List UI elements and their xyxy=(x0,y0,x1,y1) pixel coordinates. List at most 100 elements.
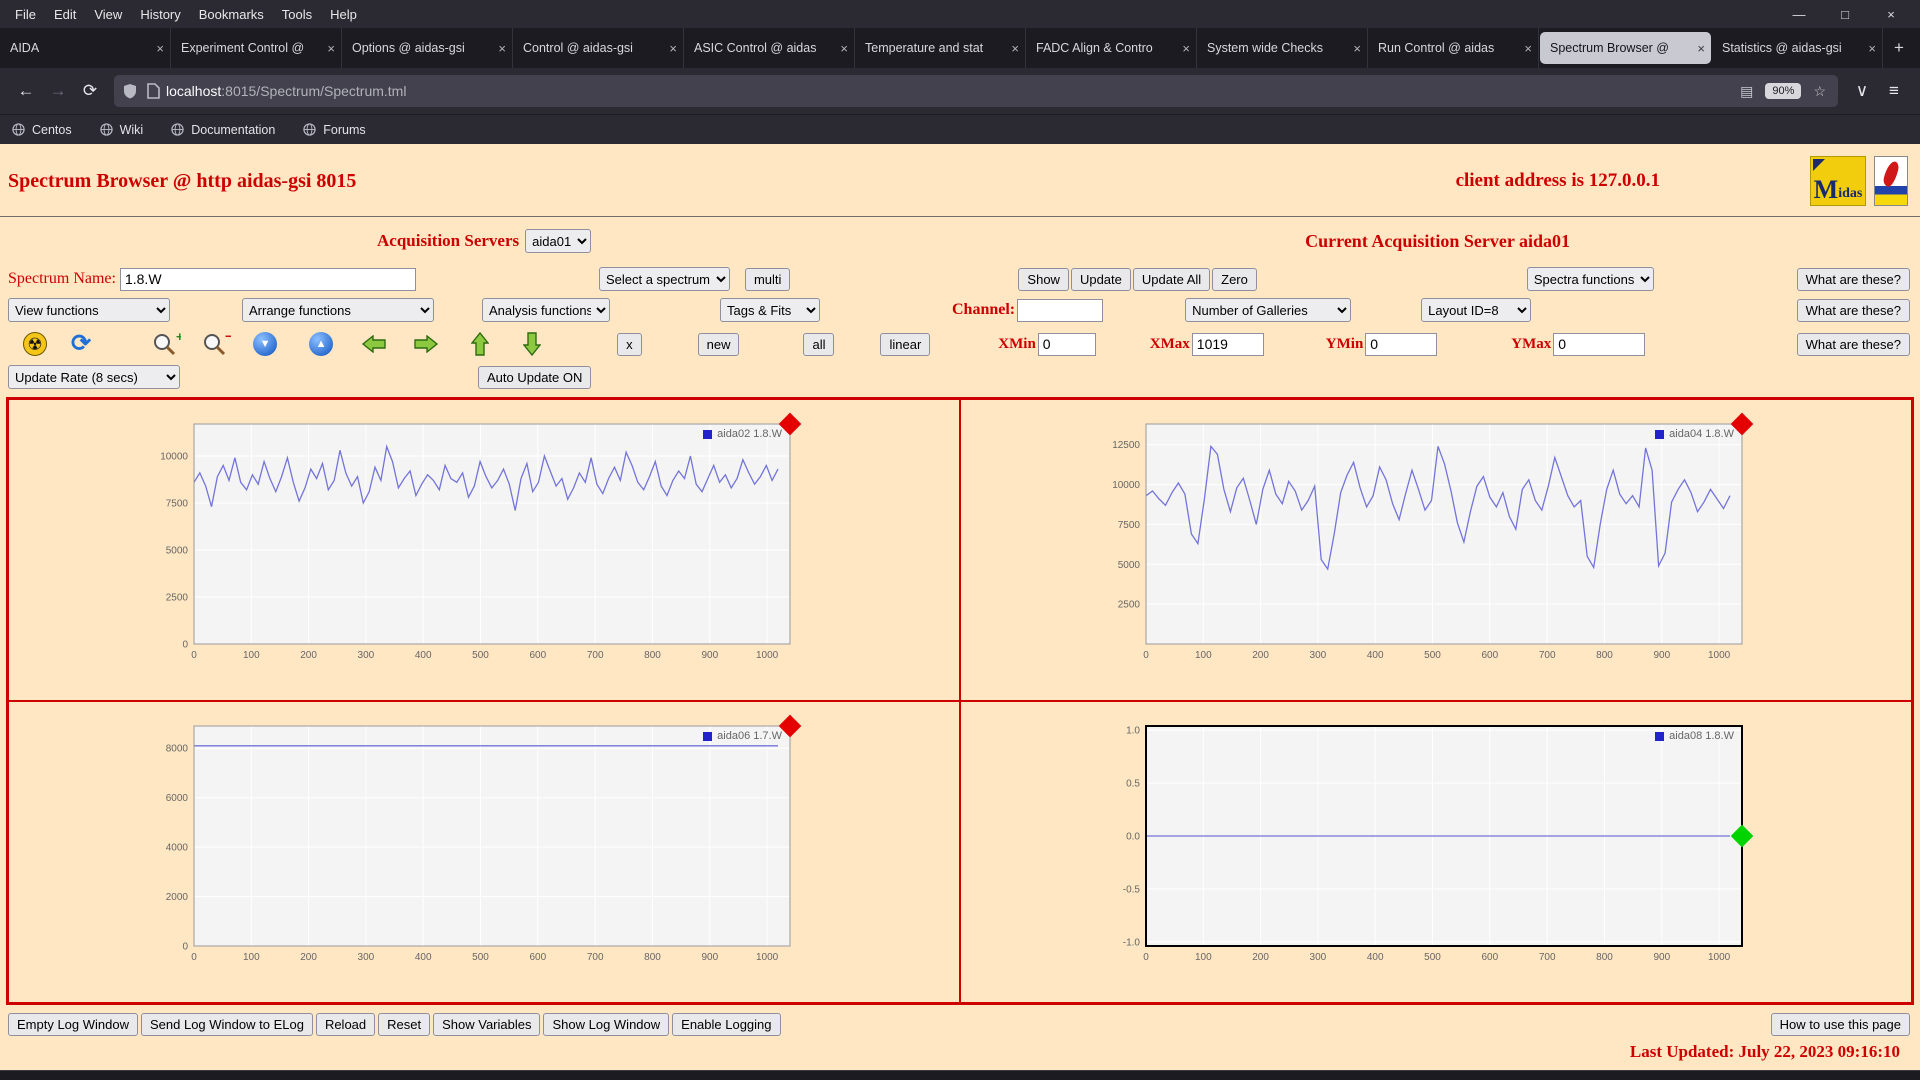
spectrum-name-input[interactable] xyxy=(119,267,416,291)
menu-history[interactable]: History xyxy=(131,4,189,25)
ymax-input[interactable] xyxy=(1553,332,1646,356)
maximize-icon[interactable]: □ xyxy=(1822,0,1868,28)
ymin-input[interactable] xyxy=(1365,332,1438,356)
save-to-pocket-icon[interactable]: ∨ xyxy=(1846,76,1878,106)
bookmark-star-icon[interactable]: ☆ xyxy=(1813,83,1826,100)
chart-cell[interactable]: 0 100 200 300 400 500 600 700 800 900 1000 2500 5000… xyxy=(960,399,1912,701)
tab-fadc-align-contro[interactable]: FADC Align & Contro × xyxy=(1026,28,1197,68)
tags-fits-select[interactable]: Tags & Fits xyxy=(720,298,820,322)
move-left-icon[interactable] xyxy=(361,335,387,353)
menu-file[interactable]: File xyxy=(6,4,45,25)
close-icon[interactable]: × xyxy=(1868,0,1914,28)
what-are-these-button-1[interactable]: What are these? xyxy=(1796,267,1910,291)
channel-input[interactable] xyxy=(1017,298,1104,322)
move-down-icon[interactable] xyxy=(523,332,542,356)
spectra-functions-select[interactable]: Spectra functions xyxy=(1526,267,1654,291)
bookmark-wiki[interactable]: Wiki xyxy=(99,123,143,137)
tab-options-aidas-gsi[interactable]: Options @ aidas-gsi × xyxy=(342,28,513,68)
x-button[interactable]: x xyxy=(617,332,642,356)
show-variables-button[interactable]: Show Variables xyxy=(433,1013,541,1036)
tab-close-icon[interactable]: × xyxy=(156,41,164,56)
reload-icon[interactable]: ⟳ xyxy=(74,76,106,106)
tab-run-control-aidas[interactable]: Run Control @ aidas × xyxy=(1368,28,1539,68)
select-a-spectrum[interactable]: Select a spectrum xyxy=(598,267,730,291)
chart-box[interactable]: 0 100 200 300 400 500 600 700 800 900 1000 0 2500 500… xyxy=(144,412,804,666)
reload-button[interactable]: Reload xyxy=(315,1013,376,1036)
new-button[interactable]: new xyxy=(697,332,740,356)
number-of-galleries-select[interactable]: Number of Galleries xyxy=(1185,298,1352,322)
menu-view[interactable]: View xyxy=(85,4,131,25)
chart-cell[interactable]: 0 100 200 300 400 500 600 700 800 900 1000 0 2500 500… xyxy=(8,399,960,701)
auto-update-button[interactable]: Auto Update ON xyxy=(478,365,592,389)
show-button[interactable]: Show xyxy=(1018,267,1069,291)
linear-button[interactable]: linear xyxy=(880,332,931,356)
how-to-use-button[interactable]: How to use this page xyxy=(1770,1013,1910,1036)
compress-y-icon[interactable]: ▼ xyxy=(253,332,278,356)
chart-box[interactable]: 0 100 200 300 400 500 600 700 800 900 1000 -1.0 -0.5… xyxy=(1096,716,1756,968)
hamburger-menu-icon[interactable]: ≡ xyxy=(1878,76,1910,106)
tab-system-wide-checks[interactable]: System wide Checks × xyxy=(1197,28,1368,68)
tab-close-icon[interactable]: × xyxy=(840,41,848,56)
xmax-input[interactable] xyxy=(1191,332,1264,356)
view-functions-select[interactable]: View functions xyxy=(8,298,170,322)
chart-box[interactable]: 0 100 200 300 400 500 600 700 800 900 1000 2500 5000… xyxy=(1096,412,1756,666)
tab-spectrum-browser[interactable]: Spectrum Browser @ × xyxy=(1540,32,1711,64)
tab-close-icon[interactable]: × xyxy=(1524,41,1532,56)
zoom-level-badge[interactable]: 90% xyxy=(1765,83,1802,99)
tab-close-icon[interactable]: × xyxy=(1697,41,1705,56)
tab-close-icon[interactable]: × xyxy=(1182,41,1190,56)
tab-statistics-aidas-gsi[interactable]: Statistics @ aidas-gsi × xyxy=(1712,28,1883,68)
expand-y-icon[interactable]: ▲ xyxy=(309,332,334,356)
chart-cell[interactable]: 0 100 200 300 400 500 600 700 800 900 1000 0 2000 400… xyxy=(8,701,960,1003)
show-log-window-button[interactable]: Show Log Window xyxy=(543,1013,670,1036)
acquisition-server-select[interactable]: aida01 xyxy=(525,229,592,253)
tab-aida[interactable]: AIDA × xyxy=(0,28,171,68)
move-right-icon[interactable] xyxy=(413,335,439,353)
chart-box[interactable]: 0 100 200 300 400 500 600 700 800 900 1000 0 2000 400… xyxy=(144,714,804,968)
what-are-these-button-2[interactable]: What are these? xyxy=(1796,298,1910,322)
zoom-in-icon[interactable]: + xyxy=(151,331,181,357)
zero-button[interactable]: Zero xyxy=(1212,267,1257,291)
zoom-out-icon[interactable]: − xyxy=(201,331,231,357)
update-all-button[interactable]: Update All xyxy=(1132,267,1211,291)
reset-button[interactable]: Reset xyxy=(378,1013,431,1036)
enable-logging-button[interactable]: Enable Logging xyxy=(672,1013,781,1036)
refresh-icon[interactable]: ⟳ xyxy=(71,332,91,356)
tab-experiment-control[interactable]: Experiment Control @ × xyxy=(171,28,342,68)
xmin-input[interactable] xyxy=(1037,332,1096,356)
all-button[interactable]: all xyxy=(803,332,835,356)
new-tab-button[interactable]: + xyxy=(1883,28,1915,68)
tab-close-icon[interactable]: × xyxy=(327,41,335,56)
multi-button[interactable]: multi xyxy=(744,267,791,291)
chart-cell[interactable]: 0 100 200 300 400 500 600 700 800 900 1000 -1.0 -0.5… xyxy=(960,701,1912,1003)
tab-asic-control-aidas[interactable]: ASIC Control @ aidas × xyxy=(684,28,855,68)
forward-icon[interactable]: → xyxy=(42,76,74,106)
radiation-icon[interactable]: ☢ xyxy=(23,332,47,356)
tcl-powered-logo[interactable] xyxy=(1874,156,1908,206)
reader-mode-icon[interactable]: ▤ xyxy=(1740,83,1753,100)
bookmark-centos[interactable]: Centos xyxy=(12,123,72,137)
what-are-these-button-3[interactable]: What are these? xyxy=(1796,332,1910,356)
bookmark-forums[interactable]: Forums xyxy=(303,123,366,137)
update-rate-select[interactable]: Update Rate (8 secs) xyxy=(8,365,180,389)
midas-logo[interactable]: Midas xyxy=(1810,156,1866,206)
tracking-shield-icon[interactable] xyxy=(122,83,138,99)
tab-control-aidas-gsi[interactable]: Control @ aidas-gsi × xyxy=(513,28,684,68)
tab-close-icon[interactable]: × xyxy=(498,41,506,56)
site-identity-page-icon[interactable] xyxy=(146,83,160,99)
tab-close-icon[interactable]: × xyxy=(1011,41,1019,56)
spectrum-plot[interactable]: 0 100 200 300 400 500 600 700 800 900 100002500500… xyxy=(144,414,804,666)
update-button[interactable]: Update xyxy=(1070,267,1131,291)
back-icon[interactable]: ← xyxy=(10,76,42,106)
spectrum-plot[interactable]: 0 100 200 300 400 500 600 700 800 900 1000 -1.0 -0.5… xyxy=(1096,716,1756,968)
menu-edit[interactable]: Edit xyxy=(45,4,85,25)
tab-close-icon[interactable]: × xyxy=(1868,41,1876,56)
send-log-window-to-elog-button[interactable]: Send Log Window to ELog xyxy=(141,1013,313,1036)
tab-close-icon[interactable]: × xyxy=(669,41,677,56)
spectrum-plot[interactable]: 0 100 200 300 400 500 600 700 800 900 1000 2500 5000… xyxy=(1096,414,1756,666)
empty-log-window-button[interactable]: Empty Log Window xyxy=(8,1013,138,1036)
bookmark-documentation[interactable]: Documentation xyxy=(171,123,275,137)
tab-close-icon[interactable]: × xyxy=(1353,41,1361,56)
spectrum-plot[interactable]: 0 100 200 300 400 500 600 700 800 900 1000 0 2000 400… xyxy=(144,716,804,968)
layout-id-select[interactable]: Layout ID=8 xyxy=(1421,298,1532,322)
